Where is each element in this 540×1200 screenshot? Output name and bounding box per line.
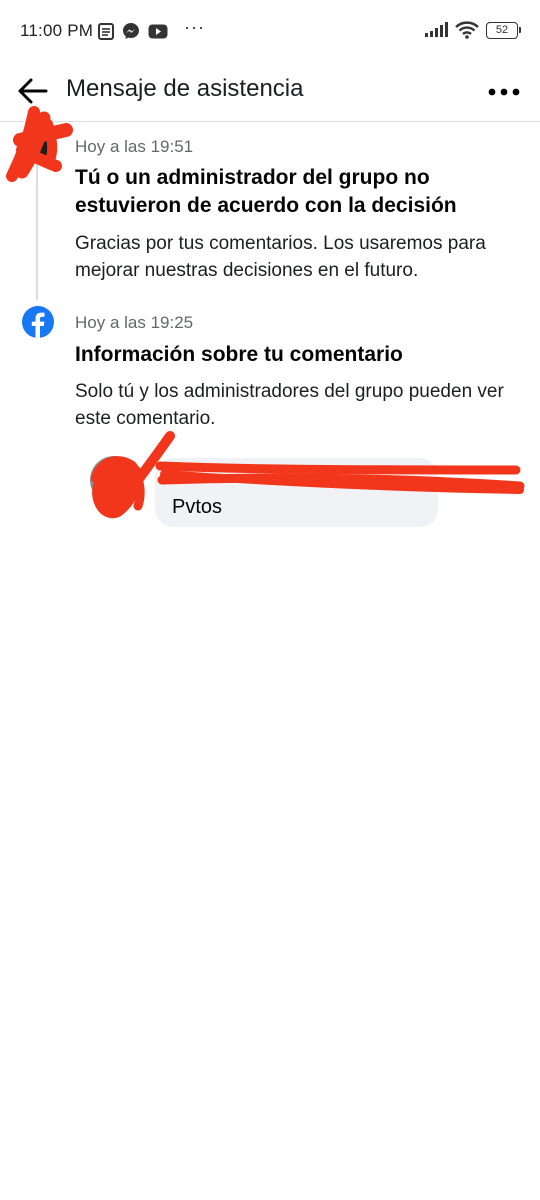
commenter-avatar[interactable] [90, 456, 138, 504]
signal-icon [425, 22, 448, 37]
more-horizontal-icon [488, 88, 520, 96]
comment-bubble[interactable]: Pvtos [155, 458, 438, 527]
notes-icon [98, 22, 114, 40]
status-notification-icons: ··· [98, 18, 205, 40]
entry-body: Gracias por tus comentarios. Los usaremo… [75, 233, 486, 281]
app-header: Mensaje de asistencia [0, 62, 540, 122]
facebook-icon [22, 306, 54, 338]
page-title: Mensaje de asistencia [66, 75, 304, 102]
back-arrow-icon [18, 78, 48, 104]
more-options-button[interactable] [486, 74, 522, 110]
status-system-icons: 52 [424, 21, 521, 39]
battery-level: 52 [495, 23, 509, 36]
wifi-icon [455, 21, 479, 39]
entry-avatar-icon [22, 130, 54, 162]
timeline-connector [36, 150, 38, 300]
comment-text: Pvtos [172, 496, 223, 518]
entry-body: Solo tú y los administradores del grupo … [75, 381, 504, 429]
back-button[interactable] [14, 72, 52, 110]
status-bar: 11:00 PM ··· 52 [0, 0, 540, 62]
entry-title: Tú o un administrador del grupo no estuv… [75, 166, 457, 217]
entry-timestamp: Hoy a las 19:51 [75, 137, 194, 156]
battery-icon: 52 [486, 21, 521, 39]
youtube-icon [148, 24, 168, 38]
entry-timestamp: Hoy a las 19:25 [75, 313, 194, 332]
messenger-icon [123, 23, 139, 39]
entry-title: Información sobre tu comentario [75, 343, 403, 366]
more-notifications-indicator: ··· [184, 17, 205, 37]
status-time: 11:00 PM [20, 21, 94, 40]
